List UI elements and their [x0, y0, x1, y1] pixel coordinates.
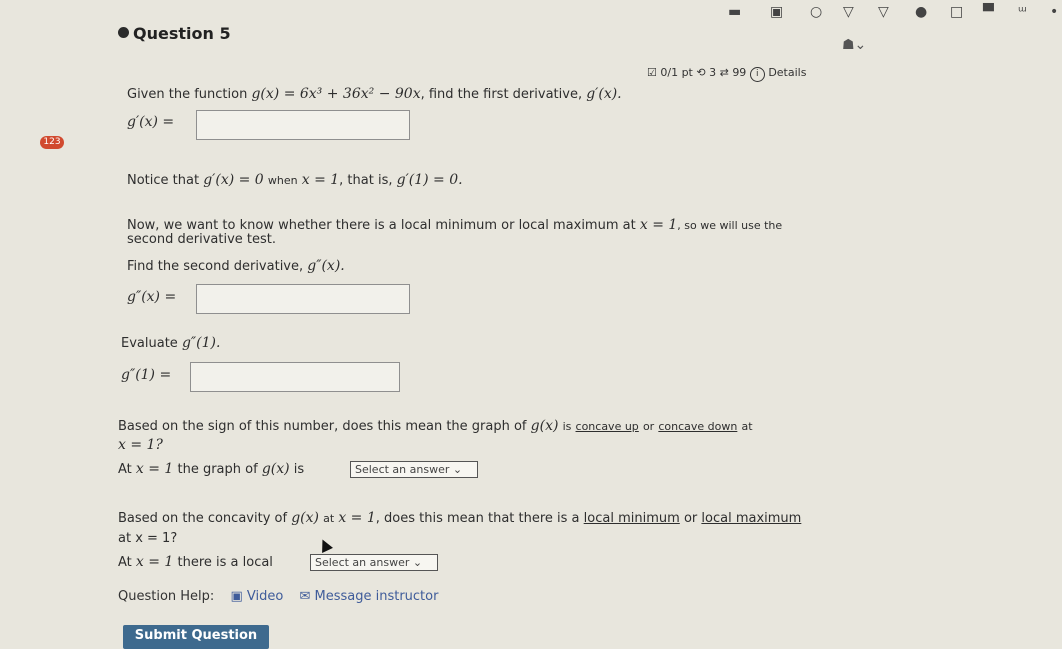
chevron-down-icon: ⌄: [452, 463, 463, 476]
evaluate-label: g″(1) =: [121, 367, 172, 383]
attempts-count: 99: [732, 66, 747, 79]
prompt-first-derivative: Given the function g(x) = 6x³ + 36x² − 9…: [127, 86, 622, 102]
prompt-evaluate: Evaluate g″(1).: [121, 335, 221, 351]
details-link[interactable]: Details: [768, 66, 806, 79]
bar-icon: ▀: [983, 4, 994, 20]
square-icon: □: [950, 4, 964, 20]
dot-icon: ●: [915, 4, 928, 20]
question-number-badge: 123: [40, 136, 64, 149]
second-derivative-label: g″(x) =: [127, 289, 177, 305]
retries-count: 3: [709, 66, 717, 79]
local-extrema-text: Now, we want to know whether there is a …: [127, 217, 783, 233]
question-help: Question Help: ▣ Video ✉ Message instruc…: [118, 589, 438, 604]
image-icon: ▣: [770, 4, 784, 20]
notice-text: Notice that g′(x) = 0 when x = 1, that i…: [127, 172, 463, 188]
question-meta: ☑ 0/1 pt ⟲ 3 ⇄ 99 i Details: [647, 66, 806, 82]
triangle-down-icon: ▽: [843, 4, 854, 20]
status-bar: ▬ ▣ ○ ▽ ▽ ● □ ▀ ᵚ •: [700, 2, 1062, 24]
first-derivative-input[interactable]: [196, 110, 410, 140]
chevron-down-icon: ⌄: [412, 556, 423, 569]
concavity-question: Based on the sign of this number, does t…: [118, 418, 753, 434]
question-bullet: [118, 27, 129, 38]
second-derivative-input[interactable]: [196, 284, 410, 314]
extrema-answer-text: At x = 1 there is a local: [118, 554, 273, 570]
extrema-question: Based on the concavity of g(x) at x = 1,…: [118, 510, 802, 526]
second-derivative-test-text: second derivative test.: [127, 232, 276, 247]
mail-icon: ✉: [299, 589, 311, 604]
attempts-icon: ⇄: [719, 66, 729, 79]
mouse-cursor-icon: [317, 537, 333, 553]
question-title: Question 5: [133, 24, 231, 43]
prompt-second-derivative: Find the second derivative, g″(x).: [127, 258, 345, 274]
avatar-icon[interactable]: ☗⌄: [842, 37, 866, 53]
concavity-answer-text: At x = 1 the graph of g(x) is: [118, 461, 305, 477]
circle-icon: ○: [810, 4, 823, 20]
video-link[interactable]: ▣ Video: [230, 589, 283, 604]
score-text: 0/1 pt: [660, 66, 693, 79]
dot-icon: •: [1050, 4, 1059, 20]
info-icon[interactable]: i: [749, 67, 765, 82]
extrema-select[interactable]: Select an answer ⌄: [310, 554, 438, 571]
submit-question-button[interactable]: Submit Question: [123, 625, 269, 649]
concavity-select[interactable]: Select an answer ⌄: [350, 461, 478, 478]
extrema-question-line2: at x = 1?: [118, 531, 178, 546]
question-help-label: Question Help:: [118, 589, 215, 604]
triangle-down-icon: ▽: [878, 4, 889, 20]
evaluate-input[interactable]: [190, 362, 400, 392]
concavity-question-line2: x = 1?: [118, 437, 163, 453]
message-instructor-link[interactable]: ✉ Message instructor: [299, 589, 438, 604]
first-derivative-label: g′(x) =: [127, 114, 175, 130]
checkbox-icon: ☑: [647, 66, 657, 79]
video-icon: ▣: [230, 589, 243, 604]
wifi-icon: ᵚ: [1018, 4, 1027, 20]
square-icon: ▬: [728, 4, 742, 20]
retry-icon: ⟲: [696, 66, 706, 79]
